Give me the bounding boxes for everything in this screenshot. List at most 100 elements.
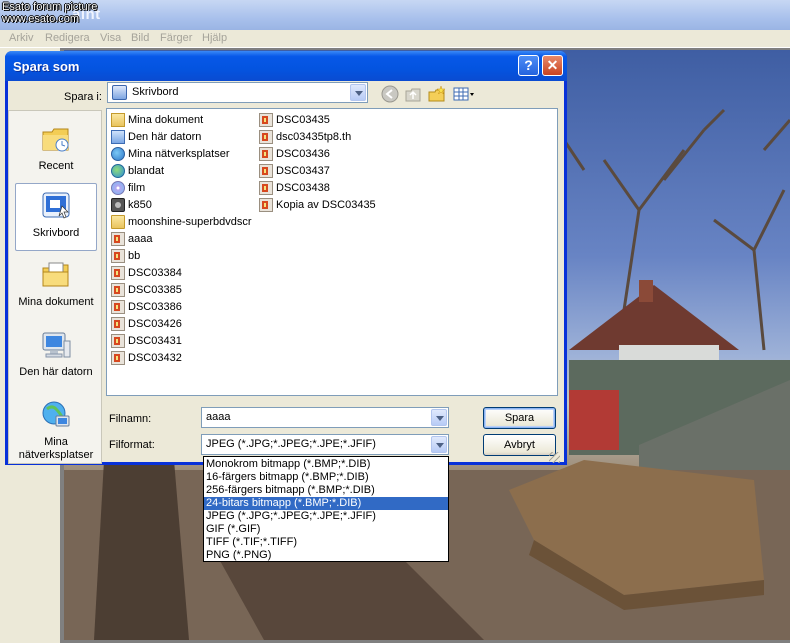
format-option-highlighted[interactable]: 24-bitars bitmapp (*.BMP;*.DIB) bbox=[204, 497, 448, 510]
network-places-icon bbox=[111, 146, 125, 161]
image-file-icon bbox=[259, 112, 273, 127]
format-label: Filformat: bbox=[109, 439, 155, 451]
place-recent[interactable]: Recent bbox=[15, 117, 97, 185]
recent-folder-icon bbox=[42, 128, 69, 152]
my-documents-icon bbox=[42, 262, 69, 287]
format-value: JPEG (*.JPG;*.JPEG;*.JPE;*.JFIF) bbox=[206, 438, 376, 450]
list-item[interactable]: bb bbox=[111, 247, 140, 264]
place-label-network: Mina nätverksplatser bbox=[18, 436, 94, 461]
house-roof bbox=[569, 285, 739, 350]
camera-icon bbox=[111, 197, 125, 212]
chevron-down-icon[interactable] bbox=[431, 409, 447, 426]
image-file-icon bbox=[111, 231, 125, 246]
image-file-icon bbox=[111, 248, 125, 263]
new-folder-icon[interactable] bbox=[427, 85, 447, 103]
list-item[interactable]: k850 bbox=[111, 196, 152, 213]
format-option[interactable]: 16-färgers bitmapp (*.BMP;*.DIB) bbox=[204, 471, 448, 484]
list-item[interactable]: DSC03437 bbox=[259, 162, 330, 179]
image-file-icon bbox=[111, 299, 125, 314]
places-bar: Recent Skrivbord Mina dokument Den här d… bbox=[8, 110, 102, 464]
desktop-small-icon bbox=[112, 85, 127, 100]
file-name: DSC03432 bbox=[128, 351, 182, 364]
format-option[interactable]: 256-färgers bitmapp (*.BMP;*.DIB) bbox=[204, 484, 448, 497]
menu-arkiv[interactable]: Arkiv bbox=[9, 32, 33, 44]
close-button[interactable]: ✕ bbox=[542, 55, 563, 76]
cancel-button[interactable]: Avbryt bbox=[483, 434, 556, 456]
format-option[interactable]: JPEG (*.JPG;*.JPEG;*.JPE;*.JFIF) bbox=[204, 510, 448, 523]
file-name: DSC03426 bbox=[128, 317, 182, 330]
resize-grip[interactable] bbox=[549, 452, 560, 463]
list-item[interactable]: DSC03384 bbox=[111, 264, 182, 281]
list-item[interactable]: Kopia av DSC03435 bbox=[259, 196, 376, 213]
up-folder-icon[interactable] bbox=[403, 85, 423, 103]
format-option[interactable]: GIF (*.GIF) bbox=[204, 523, 448, 536]
list-item[interactable]: Den här datorn bbox=[111, 128, 201, 145]
format-combo[interactable]: JPEG (*.JPG;*.JPEG;*.JPE;*.JFIF) bbox=[201, 434, 449, 455]
image-file-icon bbox=[111, 333, 125, 348]
place-my-documents[interactable]: Mina dokument bbox=[15, 253, 97, 321]
file-name: bb bbox=[128, 249, 141, 262]
chevron-down-icon[interactable] bbox=[431, 436, 447, 453]
file-name: Kopia av DSC03435 bbox=[276, 198, 376, 211]
menu-farger[interactable]: Färger bbox=[160, 32, 192, 44]
list-item[interactable]: DSC03426 bbox=[111, 315, 182, 332]
image-file-icon bbox=[259, 129, 273, 144]
list-item[interactable]: DSC03435 bbox=[259, 111, 330, 128]
image-file-icon bbox=[111, 265, 125, 280]
list-item[interactable]: film bbox=[111, 179, 145, 196]
file-name: blandat bbox=[128, 164, 165, 177]
file-name: DSC03431 bbox=[128, 334, 182, 347]
list-item[interactable]: DSC03432 bbox=[111, 349, 182, 366]
file-name: Mina nätverksplatser bbox=[128, 147, 230, 160]
list-item[interactable]: Mina nätverksplatser bbox=[111, 145, 230, 162]
file-name: DSC03438 bbox=[276, 181, 330, 194]
help-button[interactable]: ? bbox=[518, 55, 539, 76]
filename-combo[interactable]: aaaa bbox=[201, 407, 449, 428]
place-my-computer[interactable]: Den här datorn bbox=[15, 323, 97, 391]
file-name: Mina dokument bbox=[128, 113, 204, 126]
list-item[interactable]: DSC03436 bbox=[259, 145, 330, 162]
format-dropdown-list[interactable]: Monokrom bitmapp (*.BMP;*.DIB) 16-färger… bbox=[203, 456, 449, 562]
my-documents-icon bbox=[111, 112, 125, 127]
save-in-value: Skrivbord bbox=[132, 86, 179, 98]
dialog-title-bar[interactable]: Spara som ? ✕ bbox=[5, 51, 567, 81]
chevron-down-icon[interactable] bbox=[350, 84, 366, 101]
list-item[interactable]: DSC03438 bbox=[259, 179, 330, 196]
list-item[interactable]: DSC03386 bbox=[111, 298, 182, 315]
format-option[interactable]: Monokrom bitmapp (*.BMP;*.DIB) bbox=[204, 458, 448, 471]
tree-trunk bbox=[94, 460, 189, 640]
image-file-icon bbox=[111, 350, 125, 365]
menu-visa[interactable]: Visa bbox=[100, 32, 121, 44]
file-name: DSC03435 bbox=[276, 113, 330, 126]
place-network[interactable]: Mina nätverksplatser bbox=[15, 393, 97, 461]
file-name: DSC03437 bbox=[276, 164, 330, 177]
file-name: DSC03436 bbox=[276, 147, 330, 160]
red-shed bbox=[569, 390, 619, 450]
filename-input[interactable]: aaaa bbox=[206, 411, 230, 423]
watermark: Esato forum picture www.esato.com bbox=[2, 1, 97, 25]
my-computer-icon bbox=[111, 129, 125, 144]
file-name: film bbox=[128, 181, 146, 194]
file-list[interactable]: Mina dokument Den här datorn Mina nätver… bbox=[106, 108, 558, 396]
list-item[interactable]: aaaa bbox=[111, 230, 152, 247]
menu-hjalp[interactable]: Hjälp bbox=[202, 32, 227, 44]
list-item[interactable]: DSC03431 bbox=[111, 332, 182, 349]
list-item[interactable]: moonshine-superbdvdscr bbox=[111, 213, 252, 230]
save-button[interactable]: Spara bbox=[483, 407, 556, 429]
save-in-combo[interactable]: Skrivbord bbox=[107, 82, 368, 103]
view-menu-icon[interactable] bbox=[452, 85, 476, 103]
menu-bild[interactable]: Bild bbox=[131, 32, 149, 44]
list-item[interactable]: blandat bbox=[111, 162, 164, 179]
file-name: DSC03384 bbox=[128, 266, 182, 279]
place-desktop[interactable]: Skrivbord bbox=[15, 183, 97, 251]
format-option[interactable]: TIFF (*.TIF;*.TIFF) bbox=[204, 536, 448, 549]
dialog-title: Spara som bbox=[13, 59, 80, 74]
list-item[interactable]: Mina dokument bbox=[111, 111, 203, 128]
list-item[interactable]: dsc03435tp8.th bbox=[259, 128, 351, 145]
list-item[interactable]: DSC03385 bbox=[111, 281, 182, 298]
back-icon[interactable] bbox=[380, 85, 400, 103]
chimney bbox=[639, 280, 653, 302]
menu-redigera[interactable]: Redigera bbox=[45, 32, 90, 44]
image-file-icon bbox=[259, 146, 273, 161]
format-option[interactable]: PNG (*.PNG) bbox=[204, 549, 448, 562]
